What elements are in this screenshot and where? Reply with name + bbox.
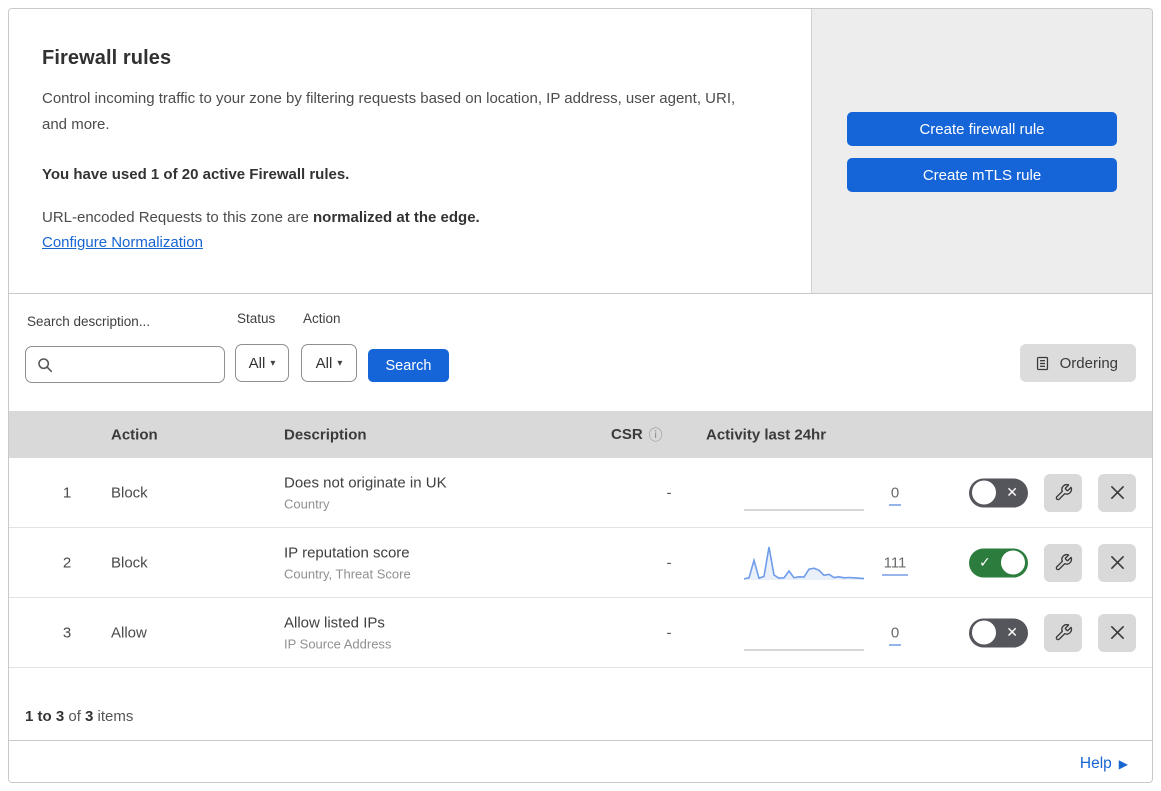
activity-count-link[interactable]: 0 [888, 624, 902, 645]
rule-fields: Country [284, 496, 330, 511]
column-header-action: Action [111, 426, 158, 443]
wrench-icon [1055, 553, 1072, 571]
rule-action: Block [111, 554, 148, 571]
activity-count-cell: 0 [865, 624, 925, 645]
check-icon: ✓ [979, 554, 991, 570]
close-icon [1110, 626, 1124, 639]
activity-sparkline [744, 648, 864, 651]
table-row: 3 Allow Allow listed IPs IP Source Addre… [9, 598, 1152, 668]
close-icon [1110, 556, 1124, 569]
rule-description: IP reputation score [284, 544, 410, 561]
rule-priority: 3 [62, 624, 72, 641]
items-word: items [93, 708, 134, 725]
help-bar: Help ▶ [9, 740, 1152, 782]
ordering-button[interactable]: Ordering [1019, 344, 1136, 382]
status-filter-label: Status [237, 311, 276, 326]
rule-csr-value: - [666, 484, 672, 501]
cross-icon: ✕ [1006, 484, 1018, 500]
page-title: Firewall rules [42, 47, 172, 69]
table-row: 2 Block IP reputation score Country, Thr… [9, 528, 1152, 598]
delete-rule-button[interactable] [1098, 473, 1136, 512]
page-description: Control incoming traffic to your zone by… [42, 90, 736, 134]
rule-csr-value: - [666, 624, 672, 641]
help-link[interactable]: Help ▶ [1080, 755, 1128, 773]
activity-count-link[interactable]: 0 [888, 484, 902, 505]
rule-description: Does not originate in UK [284, 474, 447, 491]
filter-bar: Search description... Status All ▾ Actio… [9, 294, 1152, 411]
rule-priority: 2 [62, 554, 72, 571]
toggle-knob [1001, 550, 1025, 575]
column-header-description: Description [284, 426, 367, 443]
table-footer: 1 to 3 of 3 items [9, 668, 1152, 740]
table-header: Action Description CSR ⓘ Activity last 2… [9, 411, 1152, 458]
header-actions-panel: Create firewall rule Create mTLS rule [811, 9, 1152, 293]
items-range-text: 1 to 3 of 3 items [25, 708, 133, 725]
rule-action: Allow [111, 624, 147, 641]
list-icon [1036, 356, 1048, 370]
chevron-down-icon: ▾ [270, 357, 276, 369]
rule-priority: 1 [62, 484, 72, 501]
rule-csr-value: - [666, 554, 672, 571]
table-row: 1 Block Does not originate in UK Country… [9, 458, 1152, 528]
toggle-knob [972, 620, 996, 645]
rule-toggle-cell: ✓ ✕ [969, 618, 1028, 647]
normalization-bold: normalized at the edge. [313, 208, 480, 226]
edit-rule-button[interactable] [1044, 543, 1082, 582]
delete-rule-button[interactable] [1098, 613, 1136, 652]
normalization-note: URL-encoded Requests to this zone are no… [42, 209, 771, 226]
activity-count-link[interactable]: 111 [881, 554, 909, 575]
edit-rule-button[interactable] [1044, 473, 1082, 512]
create-firewall-rule-button[interactable]: Create firewall rule [847, 112, 1117, 146]
activity-count-cell: 0 [865, 484, 925, 505]
rule-description: Allow listed IPs [284, 614, 385, 631]
wrench-icon [1055, 623, 1072, 641]
action-filter-label: Action [303, 311, 341, 326]
items-range: 1 to 3 [25, 708, 65, 725]
status-filter-select[interactable]: All ▾ [235, 344, 289, 382]
edit-rule-button[interactable] [1044, 613, 1082, 652]
status-filter-value: All [248, 354, 266, 372]
rule-description-cell: Allow listed IPs IP Source Address [284, 614, 391, 651]
items-of: of [64, 708, 86, 725]
rule-description-cell: IP reputation score Country, Threat Scor… [284, 544, 411, 581]
info-icon[interactable]: ⓘ [649, 425, 663, 445]
usage-summary: You have used 1 of 20 active Firewall ru… [42, 165, 350, 183]
help-label: Help [1079, 754, 1112, 772]
csr-header-label: CSR [611, 426, 643, 443]
search-label: Search description... [27, 314, 151, 329]
delete-rule-button[interactable] [1098, 543, 1136, 582]
rule-action: Block [111, 484, 148, 501]
column-header-activity: Activity last 24hr [706, 426, 827, 443]
rule-toggle[interactable]: ✓ ✕ [969, 548, 1028, 577]
rule-fields: Country, Threat Score [284, 566, 411, 581]
close-icon [1110, 486, 1124, 499]
action-filter-value: All [315, 354, 333, 372]
action-filter-select[interactable]: All ▾ [301, 344, 357, 382]
header-section: Firewall rules Control incoming traffic … [9, 9, 1152, 294]
rule-fields: IP Source Address [284, 636, 392, 651]
rule-description-cell: Does not originate in UK Country [284, 474, 447, 511]
search-input[interactable] [25, 346, 225, 383]
create-mtls-rule-button[interactable]: Create mTLS rule [847, 158, 1117, 192]
ordering-button-label: Ordering [1059, 354, 1118, 372]
arrow-right-icon: ▶ [1118, 756, 1128, 771]
wrench-icon [1055, 483, 1072, 501]
activity-sparkline [744, 508, 864, 511]
header-text-block: Firewall rules Control incoming traffic … [9, 9, 811, 293]
rule-toggle-cell: ✓ ✕ [969, 548, 1028, 577]
column-header-csr: CSR ⓘ [611, 425, 663, 445]
activity-sparkline [743, 546, 865, 580]
search-button[interactable]: Search [368, 349, 449, 382]
toggle-knob [972, 480, 996, 505]
firewall-rules-panel: Firewall rules Control incoming traffic … [8, 8, 1153, 783]
cross-icon: ✕ [1006, 624, 1018, 640]
chevron-down-icon: ▾ [337, 357, 343, 369]
rule-toggle[interactable]: ✓ ✕ [969, 478, 1028, 507]
search-icon [38, 357, 53, 372]
rule-toggle-cell: ✓ ✕ [969, 478, 1028, 507]
normalization-prefix: URL-encoded Requests to this zone are [42, 208, 313, 226]
activity-count-cell: 111 [865, 554, 925, 575]
rule-toggle[interactable]: ✓ ✕ [969, 618, 1028, 647]
configure-normalization-link[interactable]: Configure Normalization [42, 234, 203, 251]
